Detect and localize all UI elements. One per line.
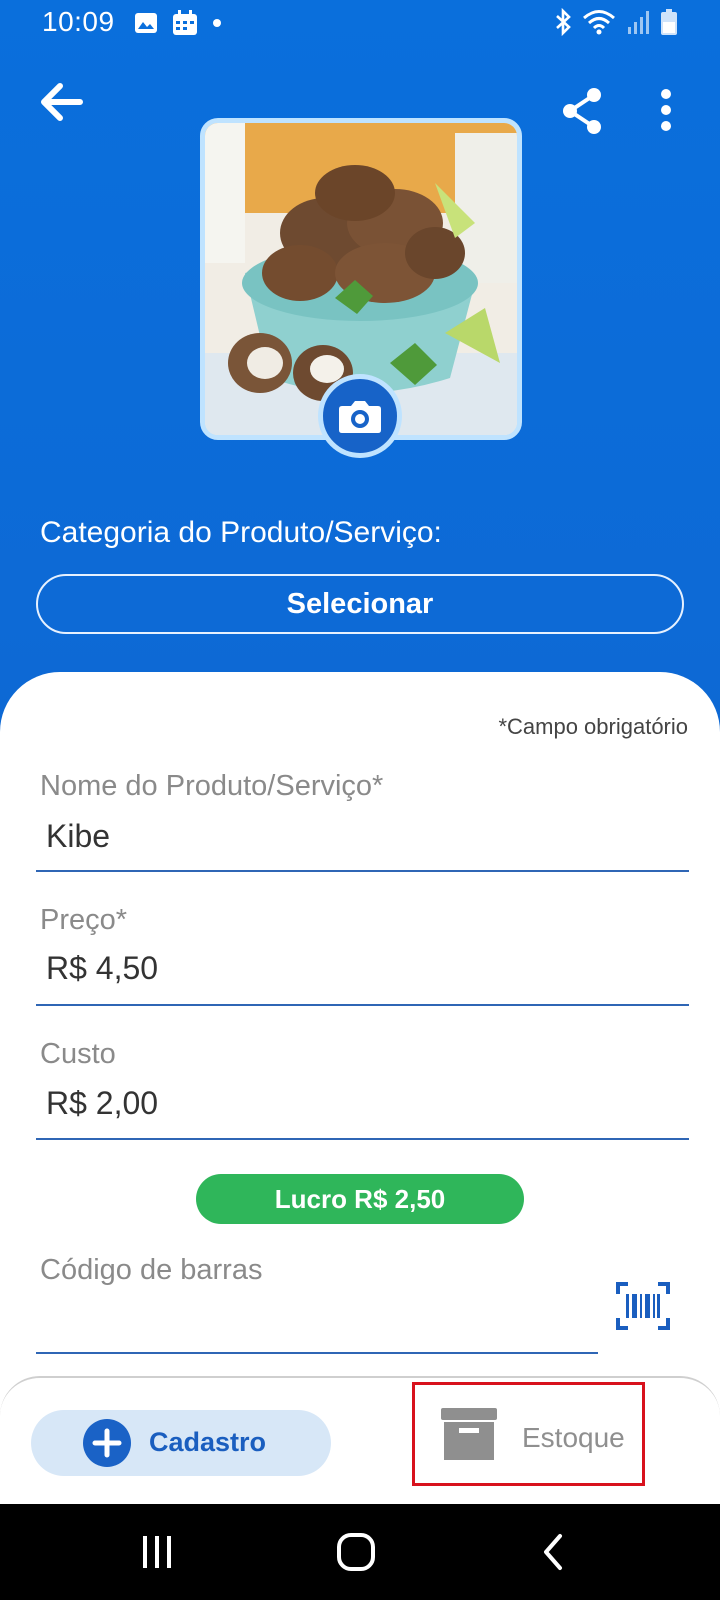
image-icon — [135, 13, 157, 33]
share-icon[interactable] — [560, 86, 606, 136]
status-bar: 10:09 — [0, 0, 720, 48]
barcode-field-underline — [36, 1352, 598, 1354]
wifi-icon — [583, 10, 615, 35]
tab-cadastro[interactable]: Cadastro — [31, 1410, 331, 1476]
system-navigation-bar — [0, 1504, 720, 1600]
more-vertical-icon[interactable] — [656, 88, 676, 136]
plus-icon — [83, 1419, 131, 1467]
notification-icons — [134, 10, 222, 36]
bluetooth-icon — [556, 8, 571, 36]
back-arrow-icon[interactable] — [36, 78, 88, 126]
price-field-input[interactable]: R$ 4,50 — [46, 950, 158, 987]
select-category-button[interactable]: Selecionar — [36, 574, 684, 634]
required-field-note: *Campo obrigatório — [498, 714, 688, 739]
tab-estoque[interactable]: Estoque — [412, 1382, 645, 1486]
tab-estoque-label: Estoque — [522, 1422, 625, 1453]
barcode-scan-icon[interactable] — [616, 1282, 670, 1330]
system-back-icon[interactable] — [540, 1532, 566, 1572]
cost-field-underline — [36, 1138, 689, 1140]
status-time: 10:09 — [42, 6, 115, 37]
barcode-field-label: Código de barras — [40, 1254, 263, 1286]
category-label: Categoria do Produto/Serviço: — [40, 516, 442, 549]
cost-field-input[interactable]: R$ 2,00 — [46, 1085, 158, 1122]
profit-badge: Lucro R$ 2,50 — [196, 1174, 524, 1224]
signal-icon — [628, 11, 649, 34]
system-status-icons — [554, 8, 678, 36]
name-field-label: Nome do Produto/Serviço* — [40, 770, 384, 802]
price-field-underline — [36, 1004, 689, 1006]
battery-icon — [661, 9, 677, 35]
home-icon[interactable] — [336, 1532, 376, 1572]
price-field-label: Preço* — [40, 904, 128, 936]
archive-box-icon — [441, 1408, 497, 1460]
product-edit-screen: 10:09 Categoria do Produto/Serviço: Sele… — [0, 0, 720, 1504]
name-field-input[interactable]: Kibe — [46, 818, 110, 855]
name-field-underline — [36, 870, 689, 872]
calendar-icon — [173, 10, 197, 35]
dot-icon — [213, 19, 221, 27]
recent-apps-icon[interactable] — [141, 1534, 173, 1570]
cost-field-label: Custo — [40, 1038, 116, 1070]
camera-button[interactable] — [318, 374, 402, 458]
camera-icon — [339, 401, 381, 433]
tab-cadastro-label: Cadastro — [149, 1427, 267, 1457]
